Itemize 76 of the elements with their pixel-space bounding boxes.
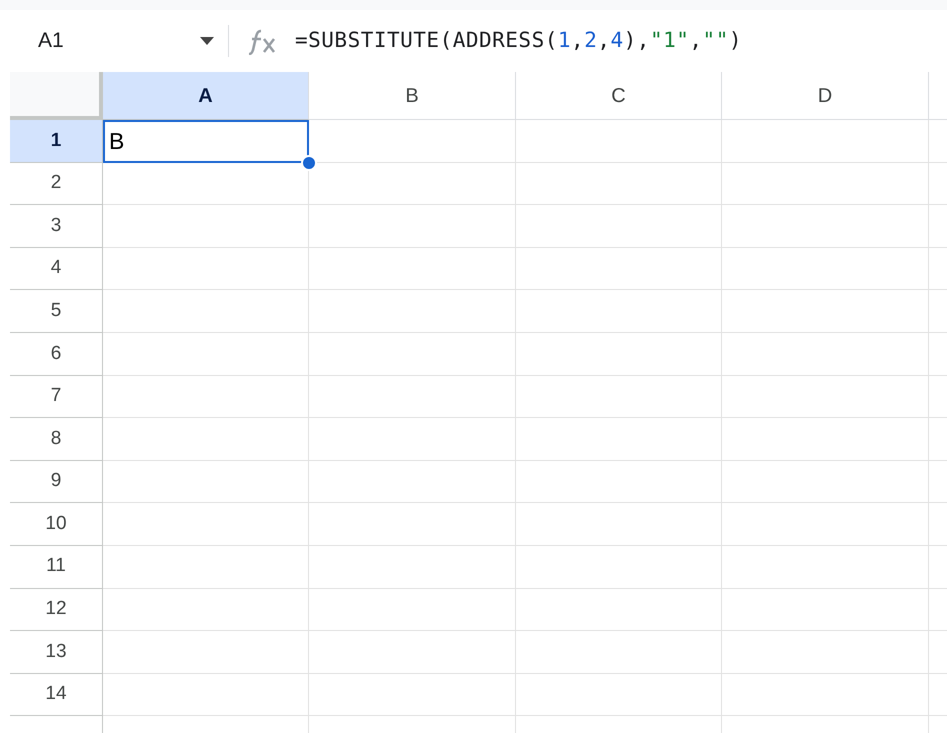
- table-cell[interactable]: [722, 631, 929, 674]
- table-cell[interactable]: [309, 205, 516, 248]
- table-cell[interactable]: [103, 205, 309, 248]
- row-header[interactable]: 13: [10, 631, 103, 674]
- table-cell[interactable]: [103, 503, 309, 546]
- table-cell[interactable]: [516, 162, 722, 206]
- table-cell[interactable]: [722, 588, 929, 632]
- row-header[interactable]: 5: [10, 290, 103, 333]
- table-cell[interactable]: [309, 503, 516, 546]
- table-cell[interactable]: [722, 205, 929, 248]
- table-cell[interactable]: [103, 546, 309, 589]
- table-cell[interactable]: [516, 120, 722, 163]
- table-cell[interactable]: [103, 248, 309, 290]
- table-cell[interactable]: [309, 546, 516, 589]
- table-cell[interactable]: [722, 546, 929, 589]
- table-cell[interactable]: [309, 376, 516, 418]
- table-cell[interactable]: [309, 631, 516, 674]
- table-cell[interactable]: [103, 588, 309, 632]
- table-cell[interactable]: [722, 290, 929, 333]
- table-cell[interactable]: [516, 674, 722, 716]
- row-header[interactable]: 2: [10, 162, 103, 206]
- table-cell[interactable]: [516, 631, 722, 674]
- table-cell[interactable]: [516, 290, 722, 333]
- table-cell[interactable]: [309, 162, 516, 206]
- table-cell[interactable]: [103, 290, 309, 333]
- table-cell[interactable]: [516, 205, 722, 248]
- table-cell[interactable]: [309, 248, 516, 290]
- table-cell[interactable]: [722, 460, 929, 504]
- table-cell[interactable]: [722, 418, 929, 461]
- table-cell[interactable]: [103, 631, 309, 674]
- table-cell[interactable]: [516, 588, 722, 632]
- table-cell[interactable]: [722, 376, 929, 418]
- table-cell[interactable]: [516, 248, 722, 290]
- row-header[interactable]: 10: [10, 503, 103, 546]
- row-header[interactable]: 9: [10, 460, 103, 504]
- table-cell[interactable]: [516, 418, 722, 461]
- table-cell[interactable]: [722, 162, 929, 206]
- row-header[interactable]: 14: [10, 674, 103, 716]
- table-cell[interactable]: [722, 120, 929, 163]
- row-header[interactable]: 11: [10, 546, 103, 589]
- column-header[interactable]: C: [516, 72, 722, 120]
- table-cell[interactable]: [722, 248, 929, 290]
- column-header[interactable]: D: [722, 72, 929, 120]
- table-cell[interactable]: [722, 503, 929, 546]
- table-cell[interactable]: B: [103, 120, 309, 163]
- table-cell[interactable]: [309, 332, 516, 376]
- table-cell[interactable]: [516, 332, 722, 376]
- column-header[interactable]: A: [103, 72, 309, 120]
- table-cell[interactable]: [309, 588, 516, 632]
- row-header[interactable]: 6: [10, 332, 103, 376]
- table-cell[interactable]: [103, 674, 309, 716]
- table-cell[interactable]: [103, 332, 309, 376]
- table-cell[interactable]: [722, 332, 929, 376]
- table-cell[interactable]: [309, 460, 516, 504]
- row-header[interactable]: 3: [10, 205, 103, 248]
- table-cell[interactable]: [516, 546, 722, 589]
- table-cell[interactable]: [103, 418, 309, 461]
- row-header[interactable]: 4: [10, 248, 103, 290]
- table-cell[interactable]: [516, 376, 722, 418]
- select-all-corner[interactable]: [10, 72, 103, 120]
- table-cell[interactable]: [722, 674, 929, 716]
- table-cell[interactable]: [309, 418, 516, 461]
- dropdown-caret-icon: [200, 37, 214, 45]
- table-cell[interactable]: [103, 460, 309, 504]
- table-cell[interactable]: [309, 290, 516, 333]
- name-box[interactable]: A1: [10, 21, 228, 61]
- table-cell[interactable]: [103, 376, 309, 418]
- column-header[interactable]: B: [309, 72, 516, 120]
- table-cell[interactable]: [516, 460, 722, 504]
- row-header[interactable]: 7: [10, 376, 103, 418]
- row-header[interactable]: 8: [10, 418, 103, 461]
- row-header[interactable]: 1: [10, 120, 103, 163]
- table-cell[interactable]: [516, 503, 722, 546]
- table-cell[interactable]: [309, 674, 516, 716]
- formula-input[interactable]: =SUBSTITUTE(ADDRESS(1,2,4),"1",""): [295, 25, 742, 57]
- row-header[interactable]: 12: [10, 588, 103, 632]
